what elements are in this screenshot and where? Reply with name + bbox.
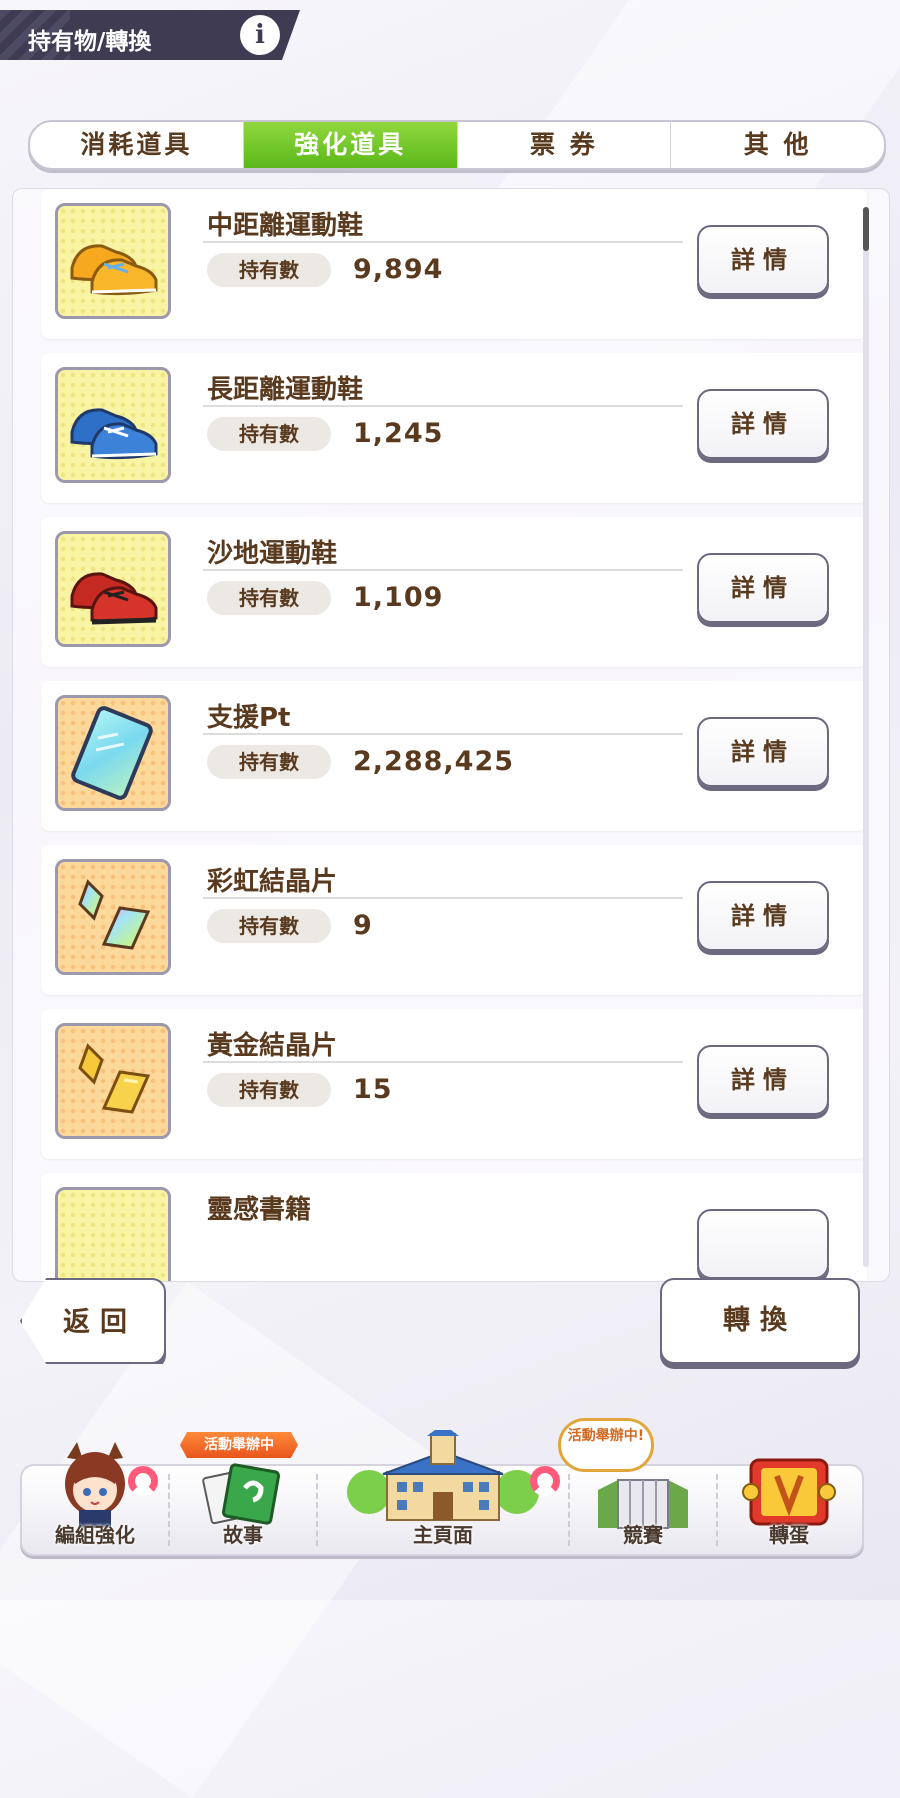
details-button[interactable]: 詳情 bbox=[697, 881, 829, 951]
book-icon bbox=[55, 1187, 171, 1281]
tab-tickets[interactable]: 票 券 bbox=[458, 122, 672, 168]
convert-button[interactable]: 轉換 bbox=[660, 1278, 860, 1364]
quantity-label: 持有數 bbox=[207, 745, 331, 779]
list-item: 中距離運動鞋 持有數 9,894 詳情 bbox=[41, 189, 867, 339]
nav-label: 故事 bbox=[223, 1523, 263, 1547]
list-item: 長距離運動鞋 持有數 1,245 詳情 bbox=[41, 353, 867, 503]
bottom-nav: 編組強化 故事 主頁面 競賽 轉蛋 bbox=[20, 1430, 864, 1556]
nav-label: 主頁面 bbox=[413, 1523, 473, 1547]
scrollbar[interactable] bbox=[863, 207, 869, 1267]
list-item: 彩虹結晶片 持有數 9 詳情 bbox=[41, 845, 867, 995]
quantity-label: 持有數 bbox=[207, 1073, 331, 1107]
event-bubble: 活動舉辦中! bbox=[558, 1418, 654, 1472]
divider bbox=[203, 1061, 683, 1063]
rainbow-crystal-icon bbox=[55, 859, 171, 975]
quantity-value: 2,288,425 bbox=[353, 746, 515, 777]
list-item: 支援Pt 持有數 2,288,425 詳情 bbox=[41, 681, 867, 831]
category-tabs: 消耗道具 強化道具 票 券 其 他 bbox=[28, 120, 886, 170]
item-name: 支援Pt bbox=[207, 703, 291, 733]
blue-shoes-icon bbox=[55, 367, 171, 483]
quantity-value: 15 bbox=[353, 1074, 393, 1105]
tab-enhancement[interactable]: 強化道具 bbox=[243, 122, 458, 168]
quantity-label: 持有數 bbox=[207, 417, 331, 451]
list-item: 沙地運動鞋 持有數 1,109 詳情 bbox=[41, 517, 867, 667]
item-name: 中距離運動鞋 bbox=[207, 211, 364, 241]
back-button[interactable]: 返回 bbox=[20, 1278, 166, 1364]
quantity-value: 9 bbox=[353, 910, 373, 941]
details-button[interactable] bbox=[697, 1209, 829, 1279]
nav-label: 轉蛋 bbox=[769, 1523, 809, 1547]
details-button[interactable]: 詳情 bbox=[697, 553, 829, 623]
horseshoe-icon bbox=[128, 1466, 158, 1496]
gold-crystal-icon bbox=[55, 1023, 171, 1139]
details-button[interactable]: 詳情 bbox=[697, 1045, 829, 1115]
quantity-value: 1,245 bbox=[353, 418, 444, 449]
red-shoes-icon bbox=[55, 531, 171, 647]
nav-story[interactable]: 故事 bbox=[170, 1463, 316, 1554]
page-title: 持有物/轉換 bbox=[28, 29, 152, 55]
nav-gacha[interactable]: 轉蛋 bbox=[718, 1458, 860, 1554]
event-badge: 活動舉辦中 bbox=[180, 1432, 298, 1458]
nav-race[interactable]: 競賽 bbox=[570, 1466, 716, 1554]
divider bbox=[203, 241, 683, 243]
details-button[interactable]: 詳情 bbox=[697, 225, 829, 295]
yellow-shoes-icon bbox=[55, 203, 171, 319]
support-card-icon bbox=[55, 695, 171, 811]
tab-consumables[interactable]: 消耗道具 bbox=[30, 122, 244, 168]
quantity-value: 1,109 bbox=[353, 582, 444, 613]
item-name: 靈感書籍 bbox=[207, 1195, 312, 1225]
character-icon bbox=[65, 1442, 125, 1528]
item-name: 黃金結晶片 bbox=[207, 1031, 338, 1061]
nav-label: 競賽 bbox=[623, 1523, 663, 1547]
quantity-label: 持有數 bbox=[207, 253, 331, 287]
item-list[interactable]: 中距離運動鞋 持有數 9,894 詳情 長距離運動鞋 持有數 1,245 詳情 bbox=[12, 188, 890, 1282]
item-name: 彩虹結晶片 bbox=[207, 867, 338, 897]
tab-other[interactable]: 其 他 bbox=[671, 122, 884, 168]
quantity-value: 9,894 bbox=[353, 254, 444, 285]
scrollbar-thumb[interactable] bbox=[863, 207, 869, 251]
info-icon[interactable]: i bbox=[240, 15, 280, 55]
list-item: 黃金結晶片 持有數 15 詳情 bbox=[41, 1009, 867, 1159]
nav-label: 編組強化 bbox=[55, 1523, 135, 1547]
details-button[interactable]: 詳情 bbox=[697, 717, 829, 787]
details-button[interactable]: 詳情 bbox=[697, 389, 829, 459]
quantity-label: 持有數 bbox=[207, 581, 331, 615]
horseshoe-icon bbox=[530, 1466, 560, 1496]
quantity-label: 持有數 bbox=[207, 909, 331, 943]
item-name: 長距離運動鞋 bbox=[207, 375, 364, 405]
school-building-icon bbox=[347, 1430, 539, 1521]
gacha-icon bbox=[742, 1458, 836, 1526]
divider bbox=[203, 733, 683, 735]
list-item: 靈感書籍 bbox=[41, 1173, 867, 1281]
item-name: 沙地運動鞋 bbox=[207, 539, 338, 569]
divider bbox=[203, 897, 683, 899]
divider bbox=[203, 405, 683, 407]
divider bbox=[203, 569, 683, 571]
